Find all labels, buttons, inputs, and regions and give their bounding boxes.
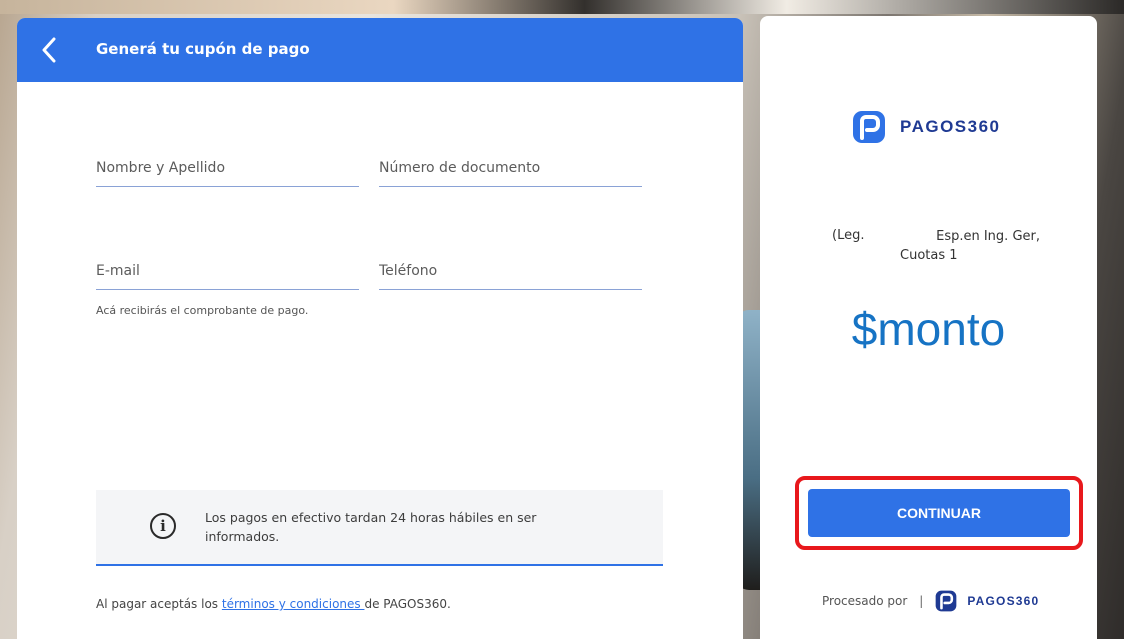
terms-notice: Al pagar aceptás los términos y condicio… <box>96 597 451 611</box>
processed-brand-name: PAGOS360 <box>967 594 1040 608</box>
form-header: Generá tu cupón de pago <box>17 18 743 82</box>
payment-amount: $monto <box>851 303 1006 355</box>
phone-input[interactable] <box>379 259 642 289</box>
back-button[interactable] <box>33 34 65 66</box>
terms-prefix: Al pagar aceptás los <box>96 597 222 611</box>
description-line-2: Cuotas 1 <box>900 247 958 263</box>
brand-logo: PAGOS360 <box>852 110 1001 144</box>
brand-name: PAGOS360 <box>900 117 1001 136</box>
description-leg: (Leg. <box>832 228 865 243</box>
payment-summary-card: PAGOS360 (Leg. Esp.en Ing. Ger, Cuotas 1… <box>760 16 1097 639</box>
footer-separator: | <box>919 594 924 608</box>
cash-payment-info-box: i Los pagos en efectivo tardan 24 horas … <box>96 490 663 566</box>
phone-field <box>379 259 642 290</box>
email-hint: Acá recibirás el comprobante de pago. <box>96 304 309 317</box>
terms-link[interactable]: términos y condiciones <box>222 597 365 611</box>
info-circle-icon: i <box>150 513 176 539</box>
terms-suffix: de PAGOS360. <box>364 597 451 611</box>
description-line-1: Esp.en Ing. Ger, <box>936 229 1040 244</box>
email-input[interactable] <box>96 259 359 289</box>
processed-by-footer: Procesado por | PAGOS360 <box>822 590 1039 612</box>
document-field <box>379 156 642 187</box>
name-input[interactable] <box>96 156 359 186</box>
email-field <box>96 259 359 290</box>
description-detail: Esp.en Ing. Ger, Cuotas 1 <box>900 228 1040 266</box>
name-field <box>96 156 359 187</box>
continue-button[interactable]: CONTINUAR <box>808 489 1070 537</box>
pagos360-logo-icon <box>853 111 885 143</box>
document-input[interactable] <box>379 156 642 186</box>
processed-by-label: Procesado por <box>822 594 908 608</box>
payment-coupon-form-card: Generá tu cupón de pago Acá recibirás el… <box>17 18 743 639</box>
info-text: Los pagos en efectivo tardan 24 horas há… <box>205 510 537 544</box>
background-top-strip <box>0 0 1124 14</box>
form-title: Generá tu cupón de pago <box>96 40 310 58</box>
chevron-left-icon <box>42 37 56 63</box>
continue-highlight: CONTINUAR <box>795 476 1083 550</box>
pagos360-logo-icon <box>935 590 957 612</box>
